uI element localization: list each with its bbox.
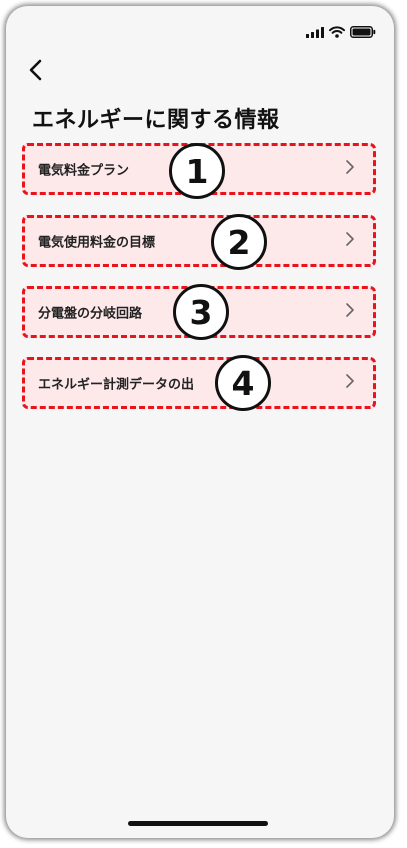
chevron-right-icon — [345, 302, 355, 322]
phone-frame: エネルギーに関する情報 電気料金プラン 電気使用料金の目標 分電盤の分岐回路 エ… — [6, 6, 394, 838]
menu-item-label: 電気使用料金の目標 — [38, 235, 156, 251]
back-button[interactable] — [22, 58, 50, 86]
chevron-right-icon — [345, 159, 355, 179]
callout-badge: 3 — [173, 284, 229, 340]
page-title: エネルギーに関する情報 — [32, 108, 280, 133]
status-bar — [306, 26, 376, 38]
menu-item-label: エネルギー計測データの出 — [38, 377, 195, 393]
callout-badge: 1 — [169, 143, 225, 199]
menu-item-label: 分電盤の分岐回路 — [38, 306, 143, 322]
menu-item-label: 電気料金プラン — [38, 163, 130, 179]
menu-item-usage-target[interactable]: 電気使用料金の目標 — [22, 215, 376, 267]
signal-icon — [306, 26, 324, 38]
callout-badge: 4 — [215, 355, 271, 411]
back-arrow-icon — [28, 59, 44, 85]
home-indicator — [128, 821, 268, 826]
battery-icon — [350, 26, 376, 38]
chevron-right-icon — [345, 231, 355, 251]
chevron-right-icon — [345, 373, 355, 393]
callout-badge: 2 — [211, 214, 267, 270]
menu-item-energy-data-output[interactable]: エネルギー計測データの出 — [22, 357, 376, 409]
wifi-icon — [329, 26, 345, 38]
